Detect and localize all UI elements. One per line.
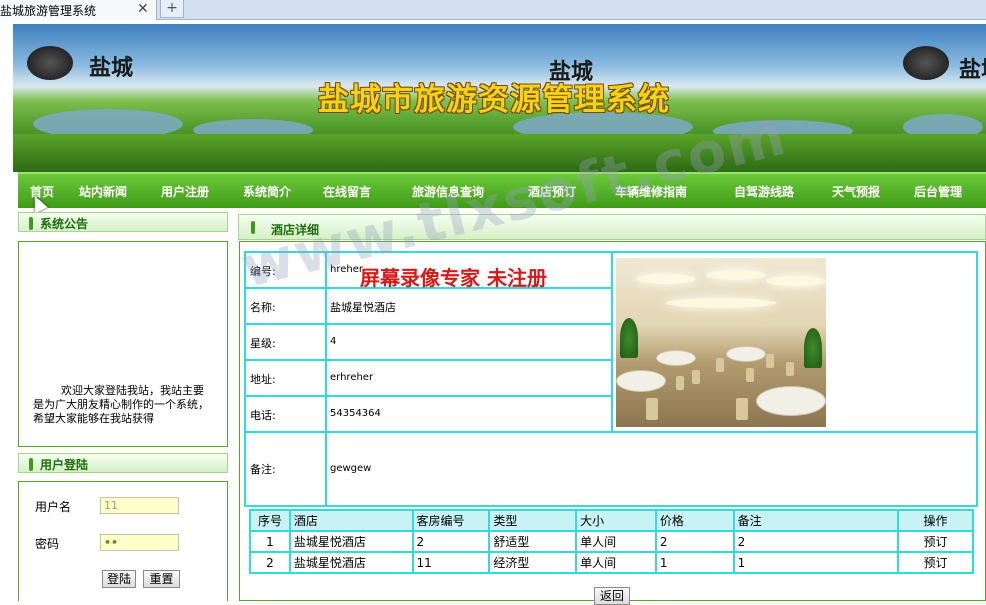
login-button[interactable]: 登陆 <box>102 570 136 588</box>
book-link[interactable]: 预订 <box>897 530 974 553</box>
reset-button[interactable]: 重置 <box>143 570 180 588</box>
row-phone: 电话: 54354364 <box>244 395 613 433</box>
site-banner: 盐城 盐城 盐城 盐城市旅游资源管理系统 <box>13 24 986 172</box>
col-room-number: 客房编号 <box>411 509 491 532</box>
rooms-header-row: 序号 酒店 客房编号 类型 大小 价格 备注 操作 <box>249 509 974 532</box>
banner-scene: 盐城 <box>893 24 986 172</box>
banner-title: 盐城市旅游资源管理系统 <box>318 82 670 118</box>
notice-text: 欢迎大家登陆我站，我站主要是为广大朋友精心制作的一个系统，希望大家能够在我站获得 <box>33 384 209 425</box>
table-row: 2 盐城星悦酒店 11 经济型 单人间 1 1 预订 <box>249 551 974 574</box>
cell-price: 2 <box>654 530 735 553</box>
browser-tab[interactable]: 盐城旅游管理系统 ✕ <box>0 0 157 20</box>
row-name: 名称: 盐城星悦酒店 <box>244 287 613 325</box>
row-star: 星级: 4 <box>244 323 613 361</box>
login-panel-header: 用户登陆 <box>18 453 228 473</box>
table-row: 1 盐城星悦酒店 2 舒适型 单人间 2 2 预订 <box>249 530 974 553</box>
login-panel: 用户名 11 密码 •• 登陆 重置 <box>18 481 228 601</box>
col-action: 操作 <box>897 509 974 532</box>
row-address: 地址: erhreher <box>244 359 613 397</box>
username-label: 用户名 <box>35 500 72 514</box>
phone-value: 54354364 <box>330 408 381 419</box>
phone-label: 电话: <box>250 409 276 422</box>
cell-index: 2 <box>249 551 291 574</box>
col-hotel: 酒店 <box>288 509 414 532</box>
password-label: 密码 <box>35 537 60 551</box>
close-icon[interactable]: ✕ <box>137 1 149 17</box>
new-tab-icon[interactable]: + <box>160 0 184 18</box>
cell-size: 单人间 <box>575 530 657 553</box>
cell-hotel: 盐城星悦酒店 <box>288 530 414 553</box>
cell-hotel: 盐城星悦酒店 <box>288 551 414 574</box>
star-label: 星级: <box>250 337 276 350</box>
browser-tab-bar: 盐城旅游管理系统 ✕ + <box>0 0 986 20</box>
banner-logo-text: 盐城 <box>89 55 134 81</box>
address-label: 地址: <box>250 373 276 386</box>
password-field[interactable]: •• <box>100 534 179 551</box>
col-type: 类型 <box>488 509 578 532</box>
name-value: 盐城星悦酒店 <box>330 301 396 314</box>
nav-register[interactable]: 用户注册 <box>161 183 209 200</box>
login-panel-title: 用户登陆 <box>40 458 89 472</box>
address-value: erhreher <box>330 372 374 383</box>
nav-admin[interactable]: 后台管理 <box>914 183 962 200</box>
notice-panel-title: 系统公告 <box>40 217 89 231</box>
book-link[interactable]: 预订 <box>897 551 974 574</box>
username-field[interactable]: 11 <box>100 497 179 514</box>
teapot-logo-image <box>903 46 949 80</box>
remark-label: 备注: <box>250 463 276 476</box>
cell-room-number: 2 <box>411 530 491 553</box>
remark-value: gewgew <box>330 463 372 474</box>
teapot-logo-image <box>27 46 73 80</box>
rooms-table: 序号 酒店 客房编号 类型 大小 价格 备注 操作 1 盐城星悦酒店 2 舒适型… <box>249 509 974 574</box>
cell-type: 舒适型 <box>488 530 578 553</box>
hotel-photo <box>616 258 826 427</box>
cell-index: 1 <box>249 530 291 553</box>
name-label: 名称: <box>250 301 276 314</box>
col-remark: 备注 <box>732 509 900 532</box>
col-size: 大小 <box>575 509 657 532</box>
col-index: 序号 <box>249 509 291 532</box>
nav-about[interactable]: 系统简介 <box>243 183 291 200</box>
notice-panel-header: 系统公告 <box>18 212 228 232</box>
cell-type: 经济型 <box>488 551 578 574</box>
back-button[interactable]: 返回 <box>594 587 630 605</box>
nav-weather[interactable]: 天气预报 <box>832 183 880 200</box>
cell-price: 1 <box>654 551 735 574</box>
header-bar-icon <box>29 217 33 230</box>
watermark-text: 屏幕录像专家 未注册 <box>360 266 547 290</box>
col-price: 价格 <box>654 509 735 532</box>
cell-size: 单人间 <box>575 551 657 574</box>
tab-title: 盐城旅游管理系统 <box>0 4 97 18</box>
banner-logo-text: 盐城 <box>959 57 986 83</box>
cell-remark: 1 <box>732 551 900 574</box>
nav-message[interactable]: 在线留言 <box>323 183 371 200</box>
cell-room-number: 11 <box>411 551 491 574</box>
label-divider <box>325 253 327 505</box>
row-remark: 备注: gewgew <box>244 431 978 507</box>
notice-panel: 欢迎大家登陆我站，我站主要是为广大朋友精心制作的一个系统，希望大家能够在我站获得 <box>18 241 228 447</box>
nav-self-drive[interactable]: 自驾游线路 <box>734 183 794 200</box>
star-value: 4 <box>330 336 337 347</box>
nav-news[interactable]: 站内新闻 <box>79 183 127 200</box>
cell-remark: 2 <box>732 530 900 553</box>
header-bar-icon <box>29 458 33 471</box>
